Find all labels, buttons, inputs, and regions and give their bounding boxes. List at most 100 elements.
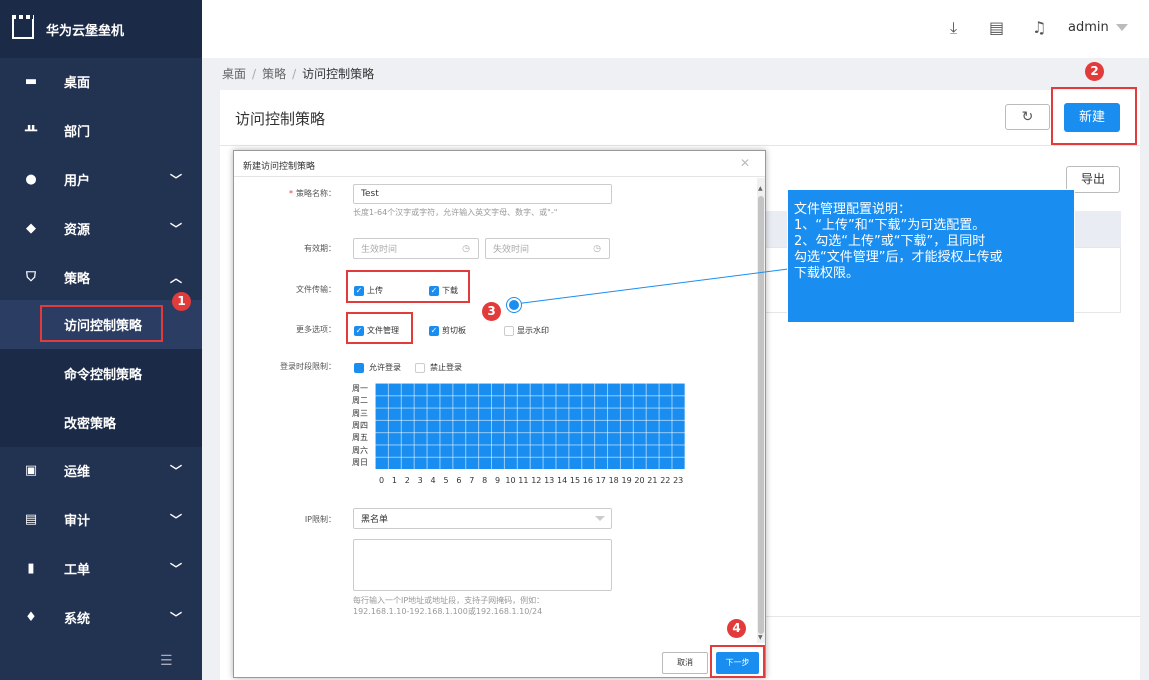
ip-mode-select[interactable]: 黑名单 bbox=[353, 508, 612, 529]
grid-hour-label: 6 bbox=[456, 476, 462, 485]
end-time-input[interactable]: 失效时间 ◷ bbox=[485, 238, 610, 259]
chevron-down-icon: ﹀ bbox=[169, 562, 182, 576]
grid-hour-label: 21 bbox=[647, 476, 658, 485]
grid-hour-label: 20 bbox=[634, 476, 645, 485]
breadcrumb: 桌面 / 策略 / 访问控制策略 bbox=[222, 67, 375, 81]
grid-hour-label: 13 bbox=[544, 476, 555, 485]
scroll-up-icon[interactable]: ▲ bbox=[758, 185, 763, 192]
ip-hint-line-2: 192.168.1.10-192.168.1.100或192.168.1.10/… bbox=[353, 607, 543, 616]
ip-list-textarea[interactable] bbox=[353, 539, 612, 591]
ip-hint-line-1: 每行输入一个IP地址或地址段，支持子网掩码，例如： bbox=[353, 596, 545, 605]
grid-hour-label: 15 bbox=[569, 476, 581, 485]
user-icon: ● bbox=[25, 172, 37, 187]
login-time-grid[interactable] bbox=[375, 383, 685, 469]
grid-hour-label: 1 bbox=[391, 476, 397, 485]
sidebar-item-label: 部门 bbox=[64, 125, 91, 140]
sidebar-item-policy[interactable]: ⛉ 策略 ︿ bbox=[0, 253, 202, 302]
sidebar-item-label: 桌面 bbox=[64, 76, 91, 91]
scrollbar-thumb[interactable] bbox=[758, 196, 764, 634]
grid-hour-label: 11 bbox=[518, 476, 529, 485]
document-icon: ▮ bbox=[27, 561, 35, 576]
policy-name-hint: 长度1-64个汉字或字符，允许输入英文字母、数字、或"-" bbox=[353, 208, 558, 217]
grid-hour-label: 22 bbox=[660, 476, 671, 485]
grid-hour-label: 12 bbox=[531, 476, 542, 485]
sidebar-item-system[interactable]: ♦ 系统 ﹀ bbox=[0, 593, 202, 642]
cancel-button[interactable]: 取消 bbox=[662, 652, 708, 674]
caret-down-icon bbox=[595, 516, 605, 521]
ip-restriction-label: IP限制： bbox=[304, 515, 336, 524]
grid-day-label: 周三 bbox=[352, 408, 368, 418]
logo[interactable]: 华为云堡垒机 bbox=[0, 0, 202, 58]
grid-hour-label: 2 bbox=[404, 476, 410, 485]
callout-connector bbox=[514, 268, 789, 305]
scroll-down-icon[interactable]: ▼ bbox=[758, 634, 763, 641]
clock-icon: ◷ bbox=[593, 243, 601, 254]
chevron-down-icon: ﹀ bbox=[169, 222, 182, 236]
chevron-up-icon: ︿ bbox=[169, 271, 182, 285]
clipboard-checkbox[interactable]: ✓ 剪切板 bbox=[429, 323, 466, 337]
layers-icon: ◆ bbox=[26, 221, 36, 236]
watermark-checkbox[interactable]: 显示水印 bbox=[504, 323, 549, 337]
grid-hour-label: 18 bbox=[608, 476, 619, 485]
login-time-label: 登录时段限制： bbox=[280, 362, 336, 371]
sidebar-item-tickets[interactable]: ▮ 工单 ﹀ bbox=[0, 544, 202, 593]
sidebar-item-label: 系统 bbox=[64, 612, 91, 627]
grid-hour-label: 19 bbox=[621, 476, 632, 485]
download-icon[interactable]: ⤓ bbox=[950, 18, 957, 38]
grid-hour-label: 9 bbox=[495, 476, 501, 485]
start-time-input[interactable]: 生效时间 ◷ bbox=[353, 238, 479, 259]
sidebar-item-audit[interactable]: ▤ 审计 ﹀ bbox=[0, 495, 202, 544]
breadcrumb-current: 访问控制策略 bbox=[302, 67, 375, 81]
file-management-callout: 文件管理配置说明： 1、“上传”和“下载”为可选配置。 2、勾选“上传”或“下载… bbox=[787, 189, 1075, 323]
grid-hour-label: 0 bbox=[378, 476, 385, 485]
bell-icon[interactable]: ♫ bbox=[1032, 18, 1046, 37]
sidebar-subitem-password-change[interactable]: 改密策略 bbox=[0, 398, 202, 447]
page-title: 访问控制策略 bbox=[235, 110, 326, 128]
monitor-icon: ▬ bbox=[24, 74, 38, 89]
refresh-icon: ↻ bbox=[1021, 109, 1034, 125]
grid-hour-label: 16 bbox=[582, 476, 593, 485]
ops-icon: ▣ bbox=[24, 463, 38, 478]
grid-hour-label: 3 bbox=[417, 476, 423, 485]
caret-down-icon[interactable] bbox=[1116, 24, 1128, 31]
callout-line: 文件管理配置说明： bbox=[794, 202, 912, 217]
policy-name-input[interactable]: Test bbox=[353, 184, 612, 204]
diamond-icon: ♦ bbox=[25, 610, 37, 625]
clipboard-icon: ▤ bbox=[24, 512, 38, 527]
policy-name-label: * 策略名称： bbox=[289, 189, 336, 198]
grid-hour-label: 7 bbox=[469, 476, 475, 485]
sidebar-item-users[interactable]: ● 用户 ﹀ bbox=[0, 155, 202, 204]
sidebar-item-label: 资源 bbox=[64, 223, 91, 238]
close-icon[interactable]: ✕ bbox=[740, 156, 750, 170]
sidebar-item-desktop[interactable]: ▬ 桌面 bbox=[0, 57, 202, 106]
user-menu[interactable]: admin bbox=[1068, 20, 1109, 35]
callout-line: 2、勾选“上传”或“下载”，且同时 bbox=[794, 234, 986, 249]
divider bbox=[220, 145, 1140, 146]
allow-login-legend: 允许登录 bbox=[354, 360, 401, 374]
grid-hour-label: 5 bbox=[443, 476, 449, 485]
callout-anchor-dot bbox=[507, 298, 521, 312]
sidebar-item-label: 运维 bbox=[64, 465, 91, 480]
breadcrumb-policy[interactable]: 策略 bbox=[262, 67, 286, 81]
chevron-down-icon: ﹀ bbox=[169, 611, 182, 625]
sidebar-item-resources[interactable]: ◆ 资源 ﹀ bbox=[0, 204, 202, 253]
sidebar-subitem-command-control[interactable]: 命令控制策略 bbox=[0, 349, 202, 398]
collapse-menu-icon[interactable]: ☰ bbox=[160, 653, 173, 669]
deny-login-legend: 禁止登录 bbox=[415, 360, 462, 374]
castle-logo-icon bbox=[12, 15, 34, 39]
grid-day-label: 周四 bbox=[352, 420, 368, 430]
highlight-box-new bbox=[1051, 87, 1137, 145]
refresh-button[interactable]: ↻ bbox=[1005, 104, 1050, 130]
sidebar-item-ops[interactable]: ▣ 运维 ﹀ bbox=[0, 446, 202, 495]
grid-hour-label: 8 bbox=[482, 476, 488, 485]
breadcrumb-desktop[interactable]: 桌面 bbox=[222, 67, 246, 81]
grid-day-label: 周日 bbox=[352, 457, 368, 467]
check-icon: ✓ bbox=[429, 325, 439, 336]
sidebar-item-department[interactable]: ᚇ 部门 bbox=[0, 106, 202, 155]
step-badge-1: 1 bbox=[172, 292, 191, 311]
grid-hour-label: 10 bbox=[505, 476, 516, 485]
list-icon[interactable]: ▤ bbox=[989, 18, 1004, 37]
divider bbox=[234, 176, 765, 177]
grid-hour-label: 4 bbox=[430, 476, 436, 485]
app-name: 华为云堡垒机 bbox=[46, 23, 125, 39]
